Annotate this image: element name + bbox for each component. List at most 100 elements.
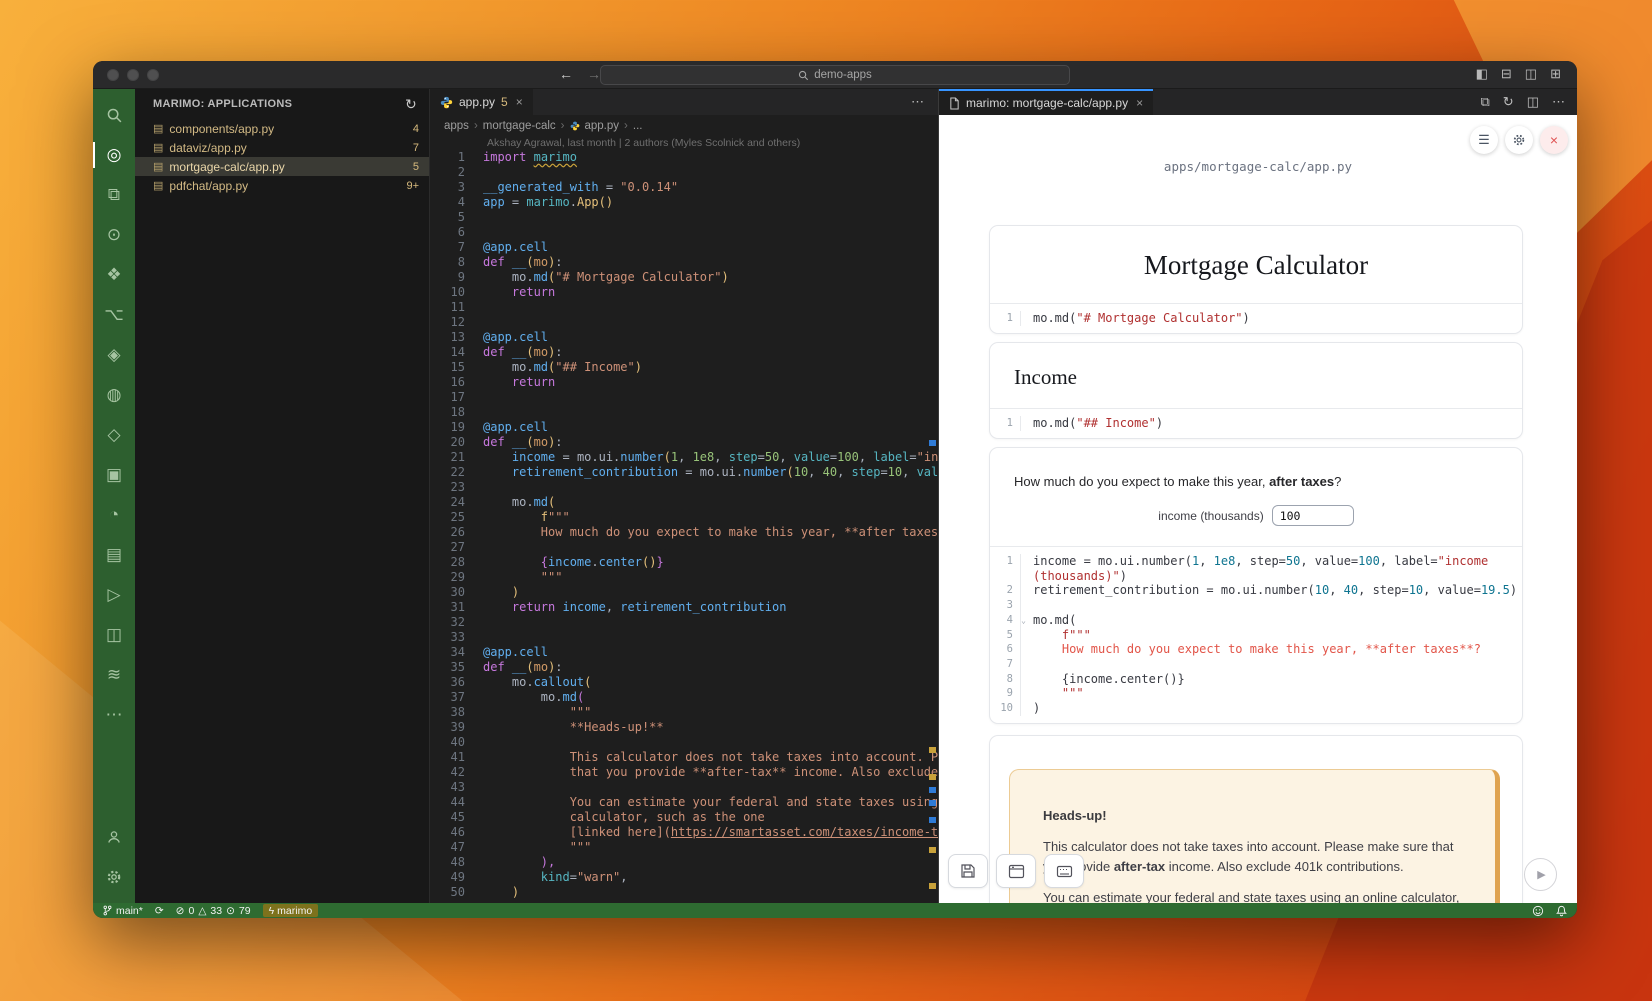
close-window-button[interactable] xyxy=(107,69,119,81)
marimo-label: marimo xyxy=(277,905,312,917)
callout-title: Heads-up! xyxy=(1043,808,1471,823)
tab-app-py[interactable]: app.py 5 × xyxy=(430,89,533,115)
github-icon[interactable]: ◍ xyxy=(93,375,135,415)
info-count: 79 xyxy=(239,905,251,917)
open-browser-button[interactable] xyxy=(996,854,1036,888)
close-app-button[interactable]: × xyxy=(1540,126,1568,154)
code-line: 19@app.cell xyxy=(430,420,938,435)
feedback-smiley-icon xyxy=(1532,905,1544,917)
code-line: 14def __(mo): xyxy=(430,345,938,360)
history-icon[interactable]: ◔ xyxy=(93,495,135,535)
sidebar-item-mortgage-calc[interactable]: ▤mortgage-calc/app.py5 xyxy=(135,157,429,176)
tab-bar-more-icon[interactable]: ⋯ xyxy=(897,89,938,115)
code-line: 41 This calculator does not take taxes i… xyxy=(430,750,938,765)
account-icon[interactable] xyxy=(93,817,135,857)
pages-icon[interactable]: ⧉ xyxy=(93,175,135,215)
settings-gear-icon[interactable] xyxy=(93,857,135,897)
components-icon[interactable]: ❖ xyxy=(93,255,135,295)
more-icon[interactable]: ⋯ xyxy=(93,695,135,735)
toggle-panel-icon[interactable]: ⊟ xyxy=(1501,67,1512,80)
breadcrumb-symbol[interactable]: ... xyxy=(633,120,643,132)
settings-button[interactable] xyxy=(1505,126,1533,154)
split-editor-icon[interactable]: ◫ xyxy=(1527,94,1539,110)
preview-code-line: (thousands)") xyxy=(990,569,1522,584)
breadcrumb-folder[interactable]: mortgage-calc xyxy=(483,120,556,132)
save-button[interactable] xyxy=(948,854,988,888)
breadcrumb[interactable]: apps› mortgage-calc› app.py› ... xyxy=(430,115,938,136)
layout-icon[interactable]: ▣ xyxy=(93,455,135,495)
code-line: 49 kind="warn", xyxy=(430,870,938,885)
code-line: 5 xyxy=(430,210,938,225)
refresh-icon[interactable]: ↻ xyxy=(1503,94,1514,110)
preview-code-line: 1income = mo.ui.number(1, 1e8, step=50, … xyxy=(990,554,1522,569)
sidebar-item-components[interactable]: ▤components/app.py4 xyxy=(135,119,429,138)
preview-code-line: 1mo.md("# Mortgage Calculator") xyxy=(990,311,1522,326)
search-icon[interactable] xyxy=(93,95,135,135)
cell-card-question: How much do you expect to make this year… xyxy=(989,447,1523,724)
tab-marimo-preview[interactable]: marimo: mortgage-calc/app.py × xyxy=(939,89,1153,115)
code-line: 13@app.cell xyxy=(430,330,938,345)
command-center-search[interactable]: demo-apps xyxy=(600,65,1070,85)
history-back-button[interactable]: ← xyxy=(559,66,573,82)
feedback-item[interactable] xyxy=(1532,905,1544,917)
terraform-icon[interactable]: ⌥ xyxy=(93,295,135,335)
remote-icon[interactable]: ◫ xyxy=(93,615,135,655)
notifications-item[interactable] xyxy=(1556,905,1567,917)
keyboard-icon xyxy=(1056,865,1073,878)
marimo-icon[interactable]: ◎ xyxy=(93,135,135,175)
branch-name: main* xyxy=(116,905,143,917)
code-editor[interactable]: Akshay Agrawal, last month | 2 authors (… xyxy=(430,136,938,903)
minimize-window-button[interactable] xyxy=(127,69,139,81)
problems-item[interactable]: ⊘0 △33 ⊙79 xyxy=(176,905,251,917)
zoom-window-button[interactable] xyxy=(147,69,159,81)
ruler-mark xyxy=(929,440,936,446)
menu-button[interactable]: ☰ xyxy=(1470,126,1498,154)
sidebar-item-pdfchat[interactable]: ▤pdfchat/app.py9+ xyxy=(135,176,429,195)
ruler-mark xyxy=(929,883,936,889)
notebook-file-icon: ▤ xyxy=(153,160,163,173)
toggle-sidebar-icon[interactable]: ◧ xyxy=(1476,67,1488,80)
refresh-icon[interactable]: ↻ xyxy=(405,96,417,113)
keyboard-shortcuts-button[interactable] xyxy=(1044,854,1084,888)
notebook-icon[interactable]: ▤ xyxy=(93,535,135,575)
customize-layout-icon[interactable]: ⊞ xyxy=(1550,67,1561,80)
gear-icon xyxy=(1512,133,1526,147)
editor-tab-bar: app.py 5 × ⋯ xyxy=(430,89,938,115)
sidebar-item-dataviz[interactable]: ▤dataviz/app.py7 xyxy=(135,138,429,157)
run-icon[interactable]: ▷ xyxy=(93,575,135,615)
section-title: Income xyxy=(990,343,1522,408)
code-line: 16 return xyxy=(430,375,938,390)
ruler-mark xyxy=(929,800,936,806)
toggle-secondary-sidebar-icon[interactable]: ◫ xyxy=(1525,67,1537,80)
breadcrumb-file[interactable]: app.py xyxy=(585,120,620,132)
code-line: 25 f""" xyxy=(430,510,938,525)
code-line: 42 that you provide **after-tax** income… xyxy=(430,765,938,780)
warning-count: 33 xyxy=(210,905,222,917)
docker-icon[interactable]: ≋ xyxy=(93,655,135,695)
code-line: 26 How much do you expect to make this y… xyxy=(430,525,938,540)
more-actions-icon[interactable]: ⋯ xyxy=(1552,94,1565,110)
title-bar: ← → demo-apps ◧ ⊟ ◫ ⊞ xyxy=(93,61,1577,89)
gem-icon[interactable]: ◈ xyxy=(93,335,135,375)
run-app-button[interactable]: ▶ xyxy=(1524,858,1557,891)
inspect-icon[interactable]: ⊙ xyxy=(93,215,135,255)
search-icon xyxy=(798,70,809,81)
callout-paragraph: This calculator does not take taxes into… xyxy=(1043,837,1471,876)
code-line: 18 xyxy=(430,405,938,420)
breadcrumb-apps[interactable]: apps xyxy=(444,120,469,132)
open-external-icon[interactable]: ⧉ xyxy=(1481,94,1490,110)
git-branch-item[interactable]: main* xyxy=(103,905,143,917)
code-line: 1import marimo xyxy=(430,150,938,165)
save-icon xyxy=(960,863,976,879)
diamond-icon[interactable]: ◇ xyxy=(93,415,135,455)
search-text: demo-apps xyxy=(814,69,872,81)
close-tab-icon[interactable]: × xyxy=(516,95,523,109)
close-tab-icon[interactable]: × xyxy=(1136,96,1143,110)
sync-item[interactable]: ⟳ xyxy=(155,905,164,917)
browser-window-icon xyxy=(1008,864,1025,879)
warning-icon: △ xyxy=(198,905,206,917)
code-line: 24 mo.md( xyxy=(430,495,938,510)
history-forward-button[interactable]: → xyxy=(587,66,601,82)
income-input[interactable] xyxy=(1272,505,1354,526)
marimo-status-item[interactable]: ϟ marimo xyxy=(263,904,319,917)
